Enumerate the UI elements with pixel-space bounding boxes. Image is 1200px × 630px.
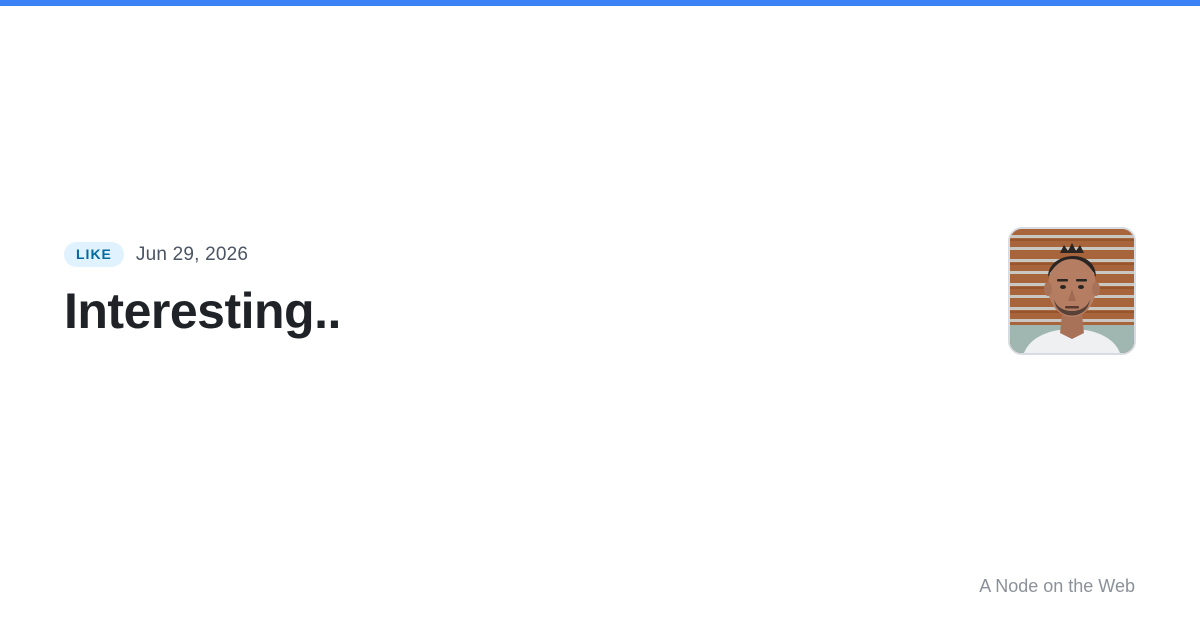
site-name: A Node on the Web xyxy=(979,576,1135,596)
post-title: Interesting.. xyxy=(64,283,341,339)
author-avatar xyxy=(1008,227,1136,355)
accent-bar xyxy=(0,0,1200,6)
og-card: LIKE Jun 29, 2026 Interesting.. A Node o… xyxy=(0,0,1200,630)
avatar-photo xyxy=(1010,229,1134,353)
post-date: Jun 29, 2026 xyxy=(135,243,249,265)
post-meta: LIKE Jun 29, 2026 xyxy=(64,242,248,267)
post-type-badge: LIKE xyxy=(64,242,124,267)
